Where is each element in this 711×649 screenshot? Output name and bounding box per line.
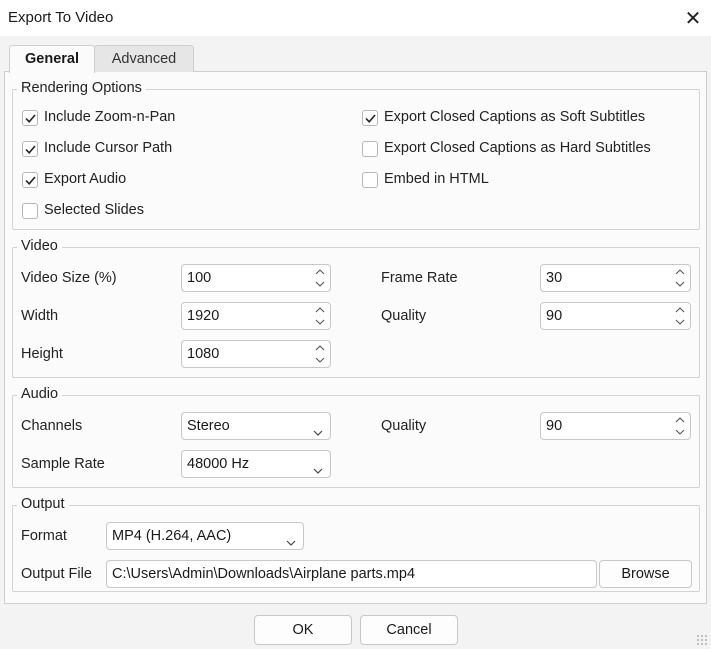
height-value: 1080 [187,346,220,362]
width-spinbox[interactable]: 1920 [181,302,331,330]
checkbox-label[interactable]: Export Audio [44,171,126,187]
video-legend: Video [17,238,62,254]
checkbox-label[interactable]: Export Closed Captions as Hard Subtitles [384,140,651,156]
checkbox[interactable] [22,172,38,188]
audio-quality-value: 90 [546,418,563,434]
checkmark-icon [25,176,36,185]
width-label: Width [21,308,59,324]
video-size-value: 100 [187,270,212,286]
output-file-label: Output File [21,566,92,582]
video-quality-value: 90 [546,308,563,324]
checkbox[interactable] [22,110,38,126]
chevron-down-icon[interactable] [312,459,324,485]
spin-arrows-icon[interactable] [314,267,326,289]
video-quality-label: Quality [381,308,427,324]
channels-label: Channels [21,418,83,434]
checkbox[interactable] [22,203,38,219]
channels-dropdown[interactable]: Stereo [181,412,331,440]
height-spinbox[interactable]: 1080 [181,340,331,368]
checkbox[interactable] [362,172,378,188]
checkmark-icon [25,114,36,123]
spin-arrows-icon[interactable] [674,305,686,327]
spin-arrows-icon[interactable] [674,267,686,289]
tab-general[interactable]: General [9,45,95,73]
audio-group [12,395,700,488]
checkbox-label[interactable]: Include Cursor Path [44,140,172,156]
frame-rate-value: 30 [546,270,563,286]
spin-arrows-icon[interactable] [314,305,326,327]
sample-rate-dropdown[interactable]: 48000 Hz [181,450,331,478]
sample-rate-label: Sample Rate [21,456,105,472]
spin-arrows-icon[interactable] [314,343,326,365]
window-title: Export To Video [8,9,114,26]
checkbox-label[interactable]: Include Zoom-n-Pan [44,109,175,125]
checkmark-icon [25,145,36,154]
audio-legend: Audio [17,386,63,402]
width-value: 1920 [187,308,220,324]
video-quality-spinbox[interactable]: 90 [540,302,691,330]
frame-rate-label: Frame Rate [381,270,458,286]
output-legend: Output [17,496,69,512]
close-icon[interactable]: ✕ [684,6,702,30]
checkbox-label[interactable]: Export Closed Captions as Soft Subtitles [384,109,645,125]
channels-value: Stereo [187,418,230,434]
tab-advanced[interactable]: Advanced [94,45,194,72]
video-size-label: Video Size (%) [21,270,117,286]
resize-grip-icon[interactable] [696,634,708,646]
checkbox[interactable] [22,141,38,157]
format-label: Format [21,528,67,544]
browse-button[interactable]: Browse [599,560,692,588]
height-label: Height [21,346,63,362]
frame-rate-spinbox[interactable]: 30 [540,264,691,292]
output-file-input[interactable]: C:\Users\Admin\Downloads\Airplane parts.… [106,560,597,588]
cancel-button[interactable]: Cancel [360,615,458,645]
ok-button[interactable]: OK [254,615,352,645]
chevron-down-icon[interactable] [312,421,324,447]
checkbox[interactable] [362,141,378,157]
audio-quality-spinbox[interactable]: 90 [540,412,691,440]
sample-rate-value: 48000 Hz [187,456,250,472]
audio-quality-label: Quality [381,418,427,434]
video-size-spinbox[interactable]: 100 [181,264,331,292]
checkbox-label[interactable]: Selected Slides [44,202,144,218]
rendering-options-legend: Rendering Options [17,80,146,96]
format-dropdown[interactable]: MP4 (H.264, AAC) [106,522,304,550]
checkmark-icon [365,114,376,123]
format-value: MP4 (H.264, AAC) [112,528,232,544]
checkbox[interactable] [362,110,378,126]
chevron-down-icon[interactable] [285,531,297,557]
spin-arrows-icon[interactable] [674,415,686,437]
checkbox-label[interactable]: Embed in HTML [384,171,489,187]
